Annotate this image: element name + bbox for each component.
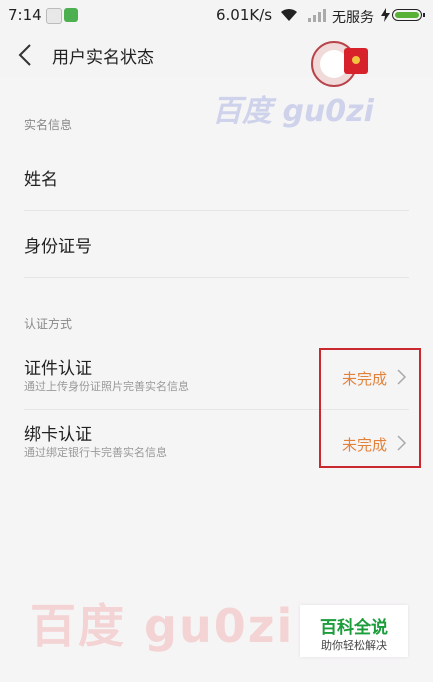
status-time: 7:14 <box>8 6 42 24</box>
watermark-top: 百度 gu0zi <box>212 94 374 129</box>
mascot-logo-icon <box>311 41 368 87</box>
row-subtitle: 通过绑定银行卡完善实名信息 <box>24 446 167 459</box>
status-bar: 7:14 6.01K/s 无服务 <box>0 0 433 32</box>
row-subtitle: 通过上传身份证照片完善实名信息 <box>24 380 189 393</box>
network-speed: 6.01K/s <box>216 6 273 24</box>
brand-badge: 百科全说 助你轻松解决 <box>300 605 408 657</box>
page-title: 用户实名状态 <box>52 48 154 68</box>
app-notification-icon <box>46 8 62 24</box>
wifi-icon <box>281 8 297 21</box>
chevron-left-icon[interactable] <box>14 40 38 70</box>
row-label: 身份证号 <box>24 237 92 257</box>
watermark-bottom: 百度 gu0zi <box>30 599 295 653</box>
app-notification-icon <box>64 8 78 22</box>
highlight-box <box>319 348 421 468</box>
row-name[interactable]: 姓名 <box>24 143 409 211</box>
section-label-realname-info: 实名信息 <box>24 118 73 132</box>
carrier-text: 无服务 <box>332 10 374 26</box>
row-label: 姓名 <box>24 170 58 190</box>
battery-tip <box>423 13 425 17</box>
row-id-number[interactable]: 身份证号 <box>24 210 409 278</box>
badge-subtitle: 助你轻松解决 <box>321 639 387 652</box>
section-label-auth-methods: 认证方式 <box>24 317 73 331</box>
badge-title: 百科全说 <box>320 618 388 638</box>
signal-icon <box>308 9 326 22</box>
row-label: 证件认证 <box>24 359 92 379</box>
battery-level <box>395 12 419 18</box>
battery-icon <box>392 9 425 21</box>
charging-icon <box>381 8 390 22</box>
row-label: 绑卡认证 <box>24 425 92 445</box>
